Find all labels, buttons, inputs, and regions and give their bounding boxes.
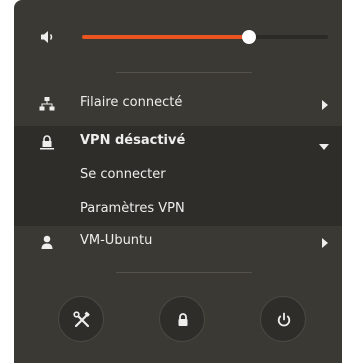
- submenu-item-vpn-settings[interactable]: Paramètres VPN: [14, 192, 342, 226]
- wired-network-icon: [39, 96, 55, 112]
- menu-item-label: Filaire connecté: [80, 95, 183, 110]
- volume-level-fill: [82, 35, 250, 39]
- menu-item-wired[interactable]: Filaire connecté: [14, 88, 342, 120]
- chevron-right-icon: [322, 237, 328, 252]
- menu-item-user[interactable]: VM-Ubuntu: [14, 226, 342, 258]
- vpn-lock-icon: [39, 134, 55, 150]
- user-icon: [39, 234, 55, 250]
- menu-item-label: VPN désactivé: [80, 133, 186, 148]
- settings-button[interactable]: [58, 296, 104, 342]
- lock-button[interactable]: [159, 296, 205, 342]
- power-button[interactable]: [260, 296, 306, 342]
- submenu-item-label: Paramètres VPN: [80, 201, 185, 216]
- volume-row: [14, 20, 342, 54]
- volume-slider-knob[interactable]: [242, 30, 257, 44]
- submenu-item-connect[interactable]: Se connecter: [14, 158, 342, 192]
- speaker-low-icon[interactable]: [39, 28, 57, 46]
- volume-slider[interactable]: [82, 29, 328, 45]
- submenu-item-label: Se connecter: [80, 167, 166, 182]
- menu-item-label: VM-Ubuntu: [80, 233, 153, 248]
- system-menu-panel: Filaire connecté VPN désactivé Se connec…: [14, 0, 342, 363]
- chevron-right-icon: [322, 99, 328, 114]
- chevron-down-icon: [319, 139, 329, 154]
- separator: [116, 72, 252, 73]
- menu-item-vpn[interactable]: VPN désactivé: [14, 126, 342, 158]
- separator: [116, 272, 252, 273]
